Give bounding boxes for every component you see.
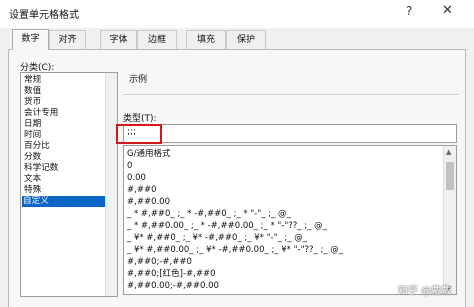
format-item[interactable]: #,##0;-#,##0	[127, 256, 192, 268]
tab-font[interactable]: 字体	[100, 30, 137, 49]
type-input[interactable]: ;;;	[123, 124, 457, 143]
format-list[interactable]: G/通用格式 0 0.00 #,##0 #,##0.00 _ * #,##0_ …	[123, 145, 457, 295]
category-item-currency[interactable]: 货币	[23, 97, 41, 108]
category-list[interactable]: 常规 数值 货币 会计专用 日期 时间 百分比 分数 科学记数 文本 特殊 自定…	[20, 72, 118, 297]
tab-fill[interactable]: 填充	[186, 30, 226, 49]
category-item-accounting[interactable]: 会计专用	[23, 108, 58, 119]
category-item-general[interactable]: 常规	[23, 75, 41, 86]
tab-number[interactable]: 数字	[12, 29, 49, 50]
format-item[interactable]: #,##0.00;-#,##0.00	[127, 280, 219, 292]
category-item-text[interactable]: 文本	[23, 174, 41, 185]
close-icon[interactable]: ✕	[442, 3, 453, 18]
format-item[interactable]: #,##0.00	[127, 196, 170, 208]
sample-label: 示例	[129, 75, 148, 85]
type-label: 类型(T):	[123, 114, 157, 124]
format-item[interactable]: _ ¥* #,##0_ ;_ ¥* -#,##0_ ;_ ¥* "-"_ ;_ …	[127, 232, 307, 244]
tab-protection[interactable]: 保护	[226, 30, 266, 49]
category-item-time[interactable]: 时间	[23, 130, 41, 141]
highlight-box	[116, 124, 162, 144]
watermark: 知乎 @戴戴	[398, 286, 452, 297]
category-item-date[interactable]: 日期	[23, 119, 41, 130]
format-item[interactable]: 0	[127, 160, 132, 172]
category-item-fraction[interactable]: 分数	[23, 152, 41, 163]
tab-alignment[interactable]: 对齐	[49, 30, 86, 49]
format-item[interactable]: _ * #,##0_ ;_ * -#,##0_ ;_ * "-"_ ;_ @_	[127, 208, 291, 220]
help-icon[interactable]: ?	[406, 4, 412, 18]
format-item[interactable]: _ * #,##0.00_ ;_ * -#,##0.00_ ;_ * "-"??…	[127, 220, 327, 232]
format-item[interactable]: 0.00	[127, 172, 146, 184]
tab-border[interactable]: 边框	[137, 30, 177, 49]
scroll-up-icon[interactable]: ▲	[446, 148, 451, 156]
sample-divider	[123, 94, 459, 95]
category-item-percentage[interactable]: 百分比	[23, 141, 50, 152]
category-item-special[interactable]: 特殊	[23, 185, 41, 196]
category-scrollbar[interactable]	[105, 73, 117, 296]
format-item[interactable]: G/通用格式	[127, 148, 170, 160]
scroll-thumb[interactable]	[446, 162, 454, 190]
format-item[interactable]: _ ¥* #,##0.00_ ;_ ¥* -#,##0.00_ ;_ ¥* "-…	[127, 244, 343, 256]
dialog-title: 设置单元格格式	[9, 10, 79, 21]
category-item-custom[interactable]: 自定义	[22, 196, 105, 207]
format-scrollbar[interactable]: ▲ ▼	[443, 146, 456, 294]
format-item[interactable]: #,##0;[红色]-#,##0	[127, 268, 216, 280]
format-item[interactable]: #,##0	[127, 184, 156, 196]
category-item-scientific[interactable]: 科学记数	[23, 163, 58, 174]
category-item-number[interactable]: 数值	[23, 86, 41, 97]
